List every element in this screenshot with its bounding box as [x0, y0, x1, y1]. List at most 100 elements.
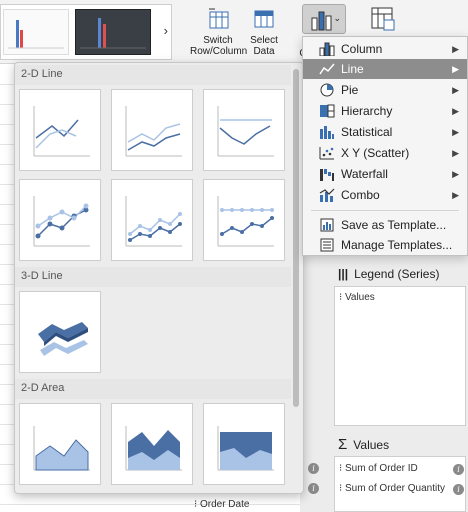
chart-option-stacked-line[interactable] [111, 89, 193, 171]
gallery-scrollbar[interactable] [293, 69, 299, 407]
chart-style-gallery[interactable]: › [0, 4, 172, 60]
menu-item-label: Save as Template... [341, 218, 447, 232]
legend-icon: ||| [338, 267, 349, 281]
percent-stacked-line-with-markers-chart-icon [217, 196, 274, 247]
menu-item-label: X Y (Scatter) [341, 146, 410, 160]
chart-style-thumbnail-light[interactable] [3, 9, 69, 55]
menu-item-scatter[interactable]: X Y (Scatter) ▶ [303, 143, 467, 163]
section-title-2d-line: 2-D Line [21, 68, 63, 80]
stacked-area-chart-icon [125, 426, 182, 471]
submenu-arrow-icon: ▶ [452, 127, 459, 137]
chart-option-line-with-markers[interactable] [19, 179, 101, 261]
chart-option-stacked-area[interactable] [111, 403, 193, 485]
value-field-order-quantity[interactable]: ⁝ Sum of Order Quantity [339, 483, 445, 494]
statistical-chart-icon [320, 126, 334, 139]
select-data-icon [254, 10, 274, 28]
menu-item-label: Hierarchy [341, 104, 393, 118]
legend-title: Legend (Series) [354, 267, 440, 281]
line-chart-gallery-panel: 2-D Line 3-D Line 2-D Area [14, 62, 304, 494]
info-icon[interactable]: i [308, 463, 319, 474]
submenu-arrow-icon: ▶ [452, 190, 459, 200]
switch-label-line1: Switch [203, 35, 233, 46]
menu-item-label: Pie [341, 83, 359, 97]
line-with-markers-chart-icon [33, 196, 90, 247]
section-title-3d-line: 3-D Line [21, 270, 63, 282]
thumbnail-light-icon [8, 20, 64, 49]
menu-item-label: Line [341, 62, 364, 76]
stacked-line-with-markers-chart-icon [125, 196, 182, 247]
legend-field-label: Values [344, 292, 375, 303]
menu-item-label: Column [341, 42, 383, 56]
submenu-arrow-icon: ▶ [452, 85, 459, 95]
info-icon[interactable]: i [453, 484, 464, 495]
line-chart-icon [33, 106, 90, 157]
values-header: Σ Values [338, 436, 389, 453]
legend-series-box[interactable]: ⁝ Values [334, 286, 466, 426]
legend-field-values[interactable]: ⁝ Values [339, 292, 375, 303]
manage-templates-icon [320, 238, 334, 252]
values-title: Values [353, 438, 390, 452]
value-field-label: Sum of Order Quantity [344, 483, 446, 494]
menu-item-label: Waterfall [341, 167, 388, 181]
switch-row-column-button[interactable]: Switch Row/Column [190, 6, 248, 57]
thumbnail-dark-icon [80, 18, 146, 49]
menu-item-statistical[interactable]: Statistical ▶ [303, 122, 467, 142]
switch-row-column-icon [209, 8, 229, 29]
area-chart-icon [33, 426, 90, 471]
submenu-arrow-icon: ▶ [452, 106, 459, 116]
3d-line-chart-icon [38, 322, 88, 356]
info-icon[interactable]: i [453, 464, 464, 475]
menu-item-line[interactable]: Line ▶ [303, 59, 467, 79]
select-label-line2: Data [253, 46, 275, 57]
value-field-label: Sum of Order ID [344, 463, 418, 474]
hierarchy-chart-icon [320, 104, 335, 118]
gallery-next-icon[interactable]: › [164, 23, 168, 38]
pivot-chart-button[interactable] [370, 6, 396, 35]
save-template-icon [320, 218, 334, 232]
values-box[interactable]: ⁝ Sum of Order ID i ⁝ Sum of Order Quant… [334, 456, 466, 512]
chart-option-100-stacked-line[interactable] [203, 89, 285, 171]
menu-item-label: Manage Templates... [341, 238, 453, 252]
menu-item-manage-templates[interactable]: Manage Templates... [303, 235, 467, 255]
section-title-2d-area: 2-D Area [21, 382, 65, 394]
stacked-line-chart-icon [125, 106, 182, 157]
menu-item-waterfall[interactable]: Waterfall ▶ [303, 164, 467, 184]
chart-option-100-stacked-area[interactable] [203, 403, 285, 485]
menu-item-hierarchy[interactable]: Hierarchy ▶ [303, 101, 467, 121]
axis-field-label: Order Date [199, 499, 250, 510]
submenu-arrow-icon: ▶ [452, 169, 459, 179]
select-data-button[interactable]: Select Data [248, 6, 280, 57]
submenu-arrow-icon: ▶ [452, 44, 459, 54]
line-chart-icon [319, 63, 335, 75]
legend-series-header: ||| Legend (Series) [338, 267, 439, 281]
pivot-table-icon [371, 7, 395, 31]
chart-option-line[interactable] [19, 89, 101, 171]
chart-option-100-stacked-line-with-markers[interactable] [203, 179, 285, 261]
scatter-chart-icon [319, 147, 334, 160]
change-chart-type-button[interactable]: ⌄ [302, 4, 346, 34]
chart-type-menu: Column ▶ Line ▶ Pie ▶ Hierarchy ▶ Statis… [302, 36, 468, 256]
value-field-order-id[interactable]: ⁝ Sum of Order ID [339, 463, 418, 474]
submenu-arrow-icon: ▶ [452, 64, 459, 74]
sigma-icon: Σ [338, 436, 348, 453]
chart-option-3d-line[interactable] [19, 291, 101, 373]
menu-item-label: Combo [341, 188, 380, 202]
pie-chart-icon [320, 83, 334, 97]
menu-item-label: Statistical [341, 125, 393, 139]
menu-item-column[interactable]: Column ▶ [303, 39, 467, 59]
menu-item-combo[interactable]: Combo ▶ [303, 185, 467, 205]
percent-stacked-area-chart-icon [217, 426, 274, 471]
column-chart-icon [319, 42, 335, 56]
chart-option-area[interactable] [19, 403, 101, 485]
switch-label-line2: Row/Column [190, 46, 248, 57]
chart-option-stacked-line-with-markers[interactable] [111, 179, 193, 261]
menu-item-pie[interactable]: Pie ▶ [303, 80, 467, 100]
menu-separator [311, 210, 459, 211]
select-label-line1: Select [250, 35, 278, 46]
menu-item-save-as-template[interactable]: Save as Template... [303, 215, 467, 235]
chart-type-icon [311, 11, 332, 31]
axis-field-order-date[interactable]: ⁝ Order Date [194, 499, 249, 510]
info-icon[interactable]: i [308, 483, 319, 494]
chart-style-thumbnail-dark[interactable] [75, 9, 151, 55]
waterfall-chart-icon [320, 169, 334, 181]
